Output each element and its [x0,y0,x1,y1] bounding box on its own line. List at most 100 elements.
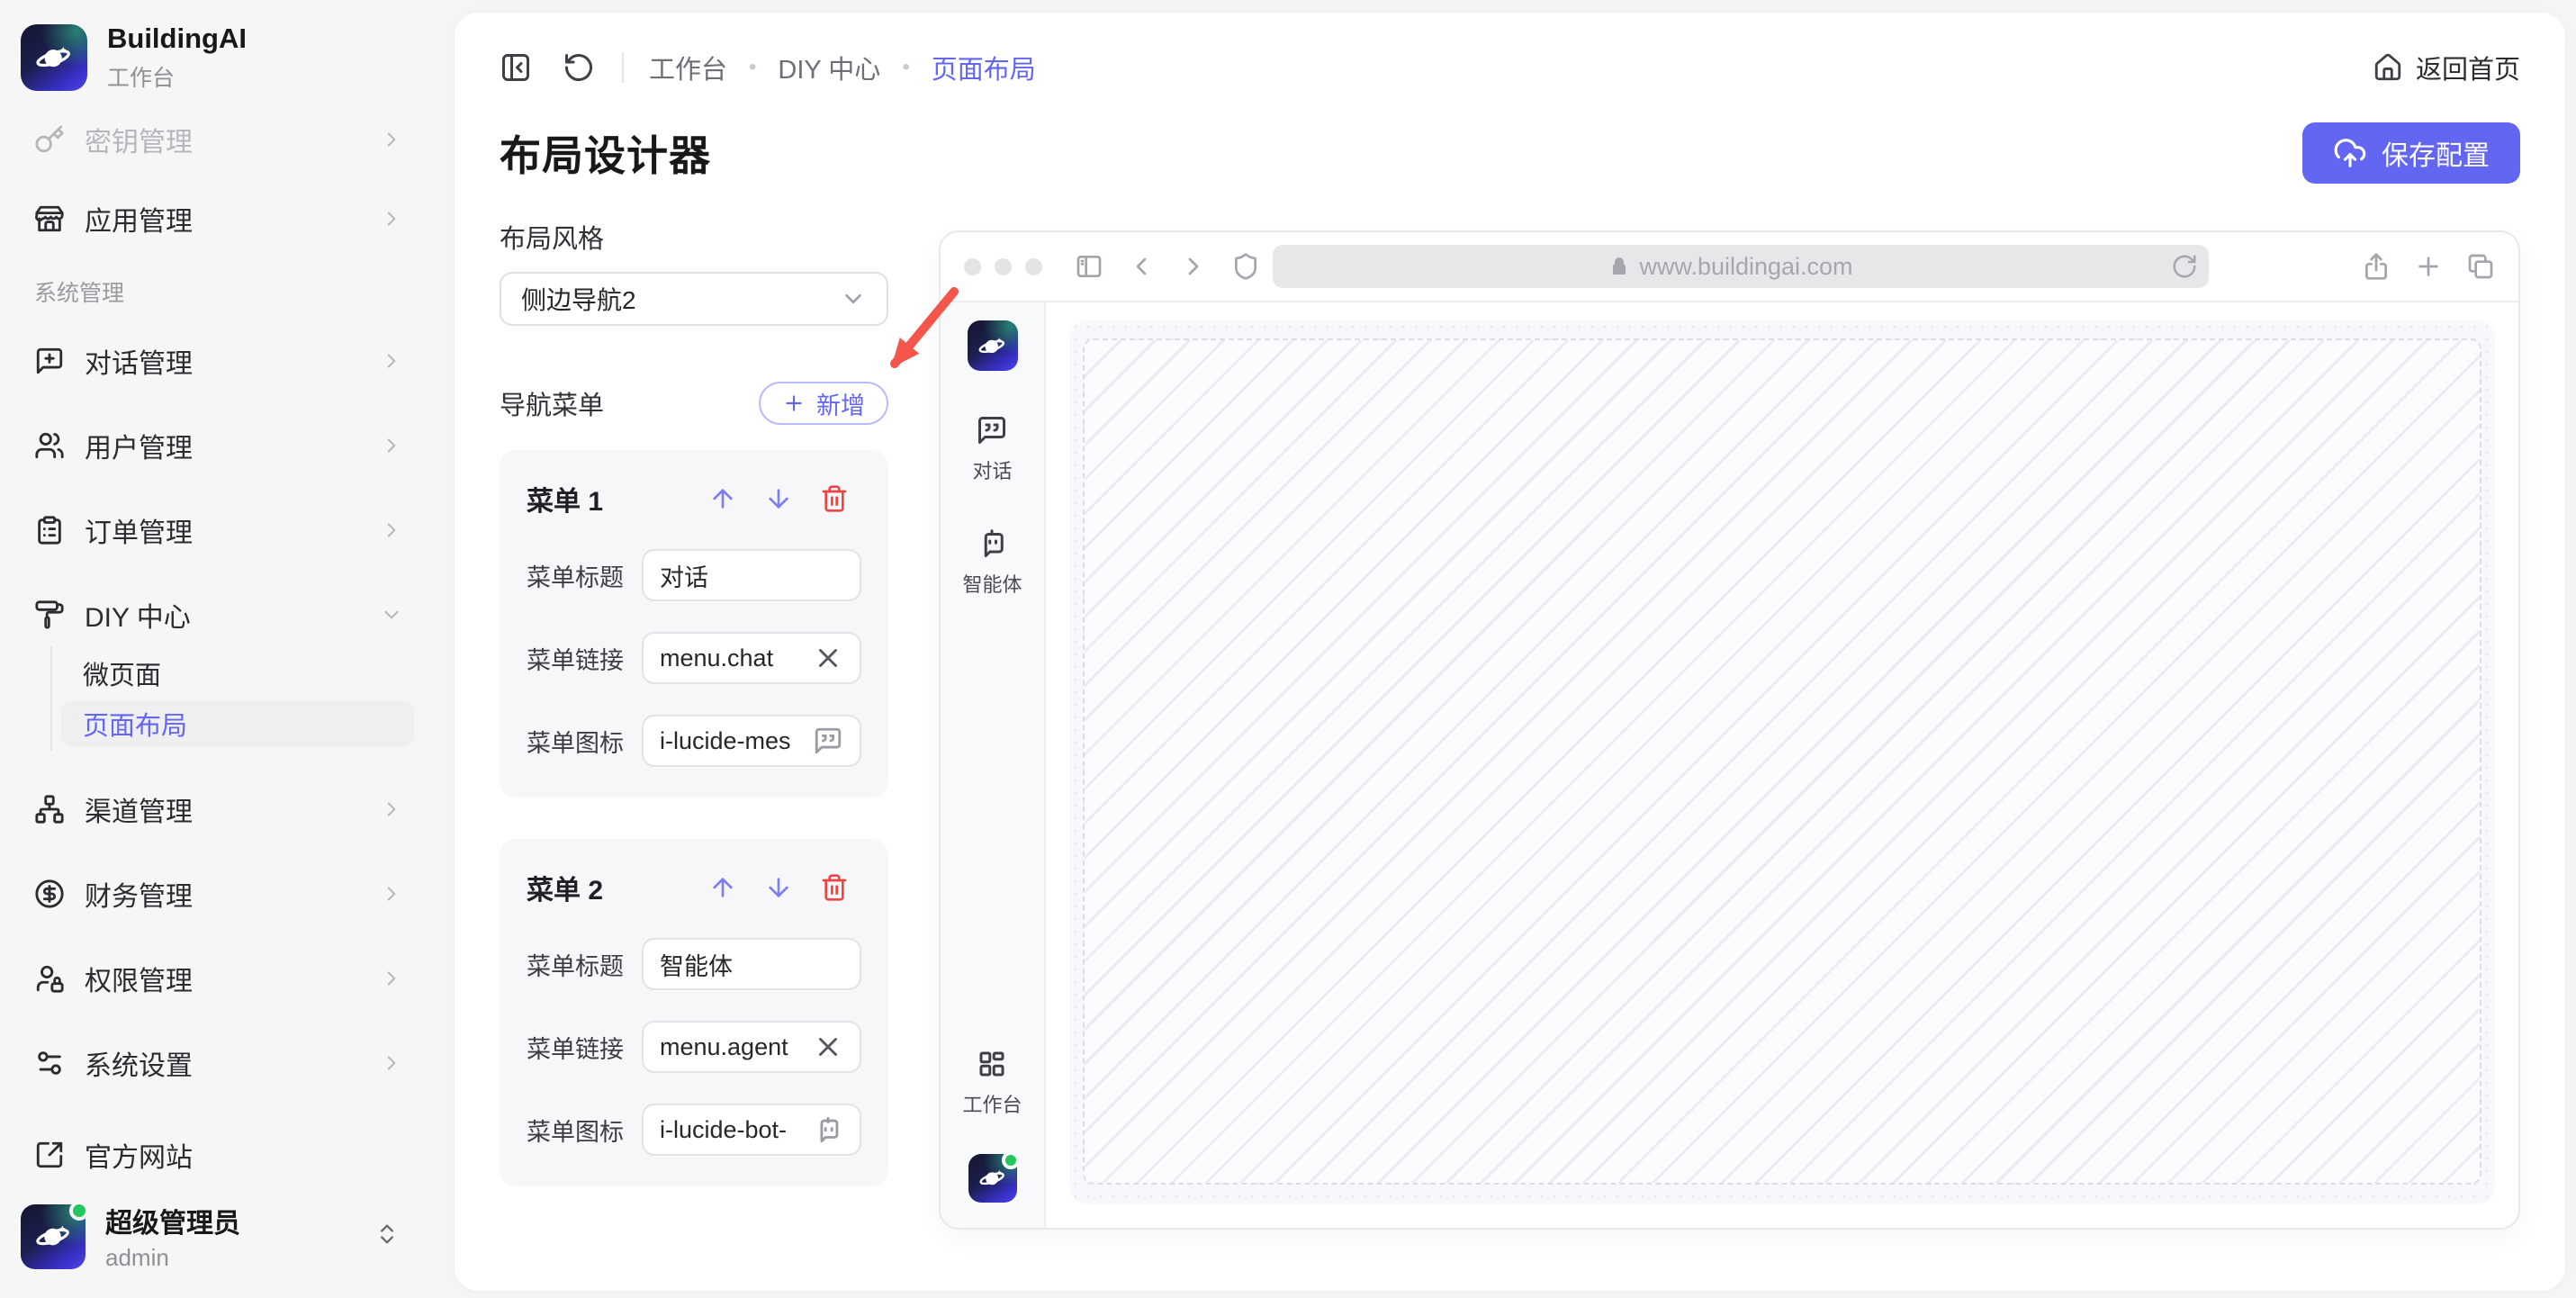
delete-menu-button[interactable] [820,873,849,902]
clipboard-list-icon [34,515,65,545]
users-icon [34,430,65,461]
menu-title-label: 菜单标题 [527,947,635,982]
external-link-icon [34,1140,65,1170]
address-bar[interactable]: www.buildingai.com [1273,245,2209,288]
chevrons-up-down-icon [374,1221,416,1251]
title-row: 布局设计器 保存配置 [500,122,2520,184]
key-icon [34,124,65,155]
save-config-button[interactable]: 保存配置 [2302,122,2520,184]
sidebar-item-permission-management[interactable]: 权限管理 [14,952,416,1005]
panel-sidebar-icon[interactable] [1075,252,1103,281]
browser-forward-icon[interactable] [1179,252,1208,281]
sidebar-item-user-management[interactable]: 用户管理 [14,419,416,472]
circle-dollar-icon [34,879,65,909]
app-logo [21,24,87,91]
menu-title-input[interactable]: 对话 [642,549,861,601]
preview-nav-workspace[interactable]: 工作台 [962,1048,1022,1118]
layout-style-select[interactable]: 侧边导航2 [500,272,888,326]
preview-avatar[interactable] [968,1154,1017,1203]
main-card: 工作台 • DIY 中心 • 页面布局 返回首页 布局设计器 保存配置 [455,13,2565,1291]
sidebar-item-key-management[interactable]: 密钥管理 [14,113,416,166]
brand: BuildingAI 工作台 [21,23,412,92]
sidebar-item-label: 财务管理 [85,874,380,914]
dashboard-grid-icon [976,1048,1008,1080]
sidebar-nav: 密钥管理 应用管理 系统管理 对话管理 用户管理 [0,113,430,1181]
collapse-sidebar-icon[interactable] [500,51,532,84]
online-status-dot [1002,1151,1020,1169]
sidebar-section-label: 系统管理 [34,275,430,308]
message-square-quote-icon [813,726,843,756]
browser-back-icon[interactable] [1127,252,1156,281]
screen: BuildingAI 工作台 密钥管理 应用管理 系统管理 对话管理 [0,0,2576,1298]
card-header: 工作台 • DIY 中心 • 页面布局 返回首页 [500,40,2520,95]
sidebar-item-finance-management[interactable]: 财务管理 [14,868,416,920]
back-home-button[interactable]: 返回首页 [2373,49,2520,86]
content-row: 布局风格 侧边导航2 导航菜单 新增 [500,218,2520,1230]
sidebar-item-label: 权限管理 [85,959,380,998]
menu-icon-input[interactable]: i-lucide-mes [642,715,861,767]
tabs-overview-icon[interactable] [2466,252,2495,281]
move-down-button[interactable] [764,873,793,902]
chevron-right-icon [380,882,403,906]
menu-card-title: 菜单 1 [527,479,603,518]
clear-icon[interactable] [813,1032,843,1062]
add-menu-label: 新增 [816,386,865,421]
preview-body: 对话 智能体 工作台 [941,302,2518,1228]
chevron-right-icon [380,967,403,990]
breadcrumb-page-layout[interactable]: 页面布局 [932,49,1036,86]
url-text: www.buildingai.com [1639,253,1852,281]
sidebar: BuildingAI 工作台 密钥管理 应用管理 系统管理 对话管理 [0,0,430,1298]
lock-icon [1608,256,1630,277]
menu-card-title: 菜单 2 [527,868,603,907]
save-config-label: 保存配置 [2382,133,2490,173]
menu-title-label: 菜单标题 [527,558,635,593]
sidebar-item-diy-center[interactable]: DIY 中心 [14,589,416,641]
sidebar-item-official-website[interactable]: 官方网站 [14,1129,416,1181]
add-menu-button[interactable]: 新增 [759,382,888,425]
settings-sliders-icon [34,1048,65,1078]
breadcrumb-workspace[interactable]: 工作台 [649,49,727,86]
sidebar-item-label: 用户管理 [85,426,380,465]
user-menu[interactable]: 超级管理员 admin [21,1201,416,1272]
sidebar-subitem-page-layout[interactable]: 页面布局 [61,700,414,747]
menu-icon-input[interactable]: i-lucide-bot- [642,1104,861,1156]
sidebar-item-order-management[interactable]: 订单管理 [14,504,416,556]
move-down-button[interactable] [764,484,793,513]
preview-nav-chat[interactable]: 对话 [972,414,1012,484]
menu-link-input[interactable]: menu.agent [642,1021,861,1073]
new-tab-icon[interactable] [2414,252,2443,281]
layout-form: 布局风格 侧边导航2 导航菜单 新增 [500,218,888,1230]
online-status-dot [69,1201,89,1221]
nav-menu-label: 导航菜单 [500,384,604,422]
menu-card-1: 菜单 1 菜单标题 对话 [500,450,888,798]
sidebar-item-app-management[interactable]: 应用管理 [14,193,416,245]
move-up-button[interactable] [708,873,737,902]
preview-page-panel [1069,320,2495,1204]
sidebar-item-chat-management[interactable]: 对话管理 [14,335,416,387]
cloud-upload-icon [2333,136,2367,170]
page-refresh-icon[interactable] [2171,253,2198,280]
move-up-button[interactable] [708,484,737,513]
preview-nav-agent[interactable]: 智能体 [962,527,1022,598]
delete-menu-button[interactable] [820,484,849,513]
sidebar-item-system-settings[interactable]: 系统设置 [14,1037,416,1089]
breadcrumb: 工作台 • DIY 中心 • 页面布局 [649,49,1036,86]
layout-style-value: 侧边导航2 [521,281,840,317]
preview-logo [968,320,1018,371]
sidebar-item-label: 订单管理 [85,510,380,550]
clear-icon[interactable] [813,643,843,673]
divider [622,52,624,83]
sidebar-item-channel-management[interactable]: 渠道管理 [14,783,416,835]
chevron-right-icon [380,1051,403,1075]
menu-link-input[interactable]: menu.chat [642,632,861,684]
sidebar-item-label: 对话管理 [85,341,380,381]
sidebar-item-label: DIY 中心 [85,595,380,635]
sidebar-subitem-micro-page[interactable]: 微页面 [61,650,414,697]
share-icon[interactable] [2362,252,2391,281]
breadcrumb-diy-center[interactable]: DIY 中心 [778,49,880,86]
sidebar-item-label: 系统设置 [85,1043,380,1083]
avatar [21,1204,86,1269]
menu-title-input[interactable]: 智能体 [642,938,861,990]
app-workspace: 工作台 [107,60,247,93]
refresh-icon[interactable] [563,51,595,84]
